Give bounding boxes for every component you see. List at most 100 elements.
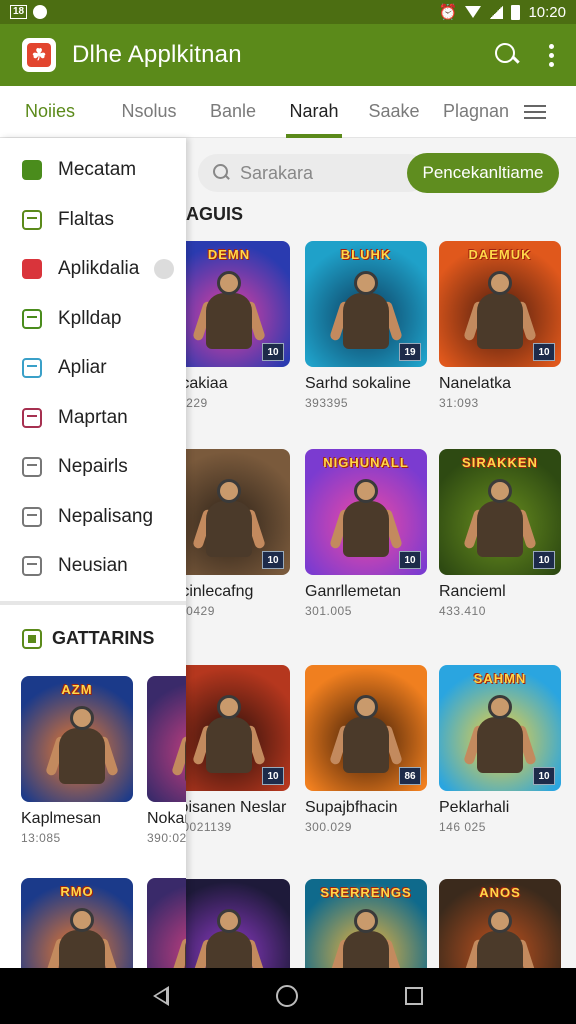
rating-badge: 10 bbox=[533, 343, 555, 361]
hero-figure bbox=[45, 706, 119, 796]
game-title: Nokanen Neslar bbox=[147, 810, 186, 827]
game-logo-text: DEMN bbox=[207, 247, 251, 262]
drawer-game-card[interactable] bbox=[147, 878, 186, 968]
drawer-game-card[interactable]: RMO bbox=[21, 878, 133, 968]
hero-figure bbox=[192, 695, 266, 785]
list-view-icon[interactable] bbox=[524, 104, 546, 119]
status-bar: 18 ⏰ 10:20 bbox=[0, 0, 576, 24]
back-icon[interactable] bbox=[153, 986, 170, 1006]
menu-item-icon bbox=[22, 457, 42, 477]
menu-item-icon bbox=[22, 506, 42, 527]
game-title: Peklarhali bbox=[439, 799, 510, 816]
signal-icon bbox=[489, 5, 504, 19]
drawer-item-apliar[interactable]: Apliar bbox=[0, 348, 186, 388]
game-thumbnail[interactable]: AZM bbox=[21, 676, 133, 802]
drawer-item-flaltas[interactable]: Flaltas bbox=[0, 200, 186, 240]
battery-icon bbox=[511, 4, 521, 20]
game-card[interactable]: DEMN 10 ntcakiaa 31.229 bbox=[168, 241, 290, 410]
game-thumbnail[interactable]: DEMN 10 bbox=[168, 241, 290, 367]
menu-item-icon bbox=[22, 259, 42, 279]
search-icon[interactable] bbox=[493, 41, 521, 69]
hero-figure bbox=[45, 908, 119, 968]
game-logo-text: NIGHUNALL bbox=[323, 455, 409, 470]
rating-badge: 10 bbox=[262, 767, 284, 785]
notification-dot-icon bbox=[154, 259, 174, 279]
status-badge: 18 bbox=[10, 5, 28, 19]
drawer-item-aplikdalia[interactable]: Aplikdalia bbox=[0, 249, 186, 289]
game-thumbnail[interactable]: NIGHUNALL 10 bbox=[305, 449, 427, 575]
tab-noiies[interactable]: Noiies bbox=[0, 86, 100, 138]
hero-figure bbox=[171, 706, 186, 796]
search-input[interactable]: Sarakara bbox=[198, 154, 428, 192]
drawer-item-label: Neusian bbox=[58, 555, 128, 576]
hero-figure bbox=[463, 479, 537, 569]
game-thumbnail[interactable] bbox=[147, 878, 186, 968]
game-count: 301.005 bbox=[305, 604, 352, 618]
drawer-item-maprtan[interactable]: Maprtan bbox=[0, 398, 186, 438]
drawer-game-card[interactable]: AZM Kaplmesan 13:085 bbox=[21, 676, 133, 845]
hero-figure bbox=[329, 695, 403, 785]
drawer-divider bbox=[0, 601, 186, 605]
game-count: 31:093 bbox=[439, 396, 479, 410]
hero-figure bbox=[329, 271, 403, 361]
game-title: Supajbfhacin bbox=[305, 799, 398, 816]
game-count: 13:085 bbox=[21, 831, 61, 845]
drawer-item-label: Flaltas bbox=[58, 208, 114, 230]
drawer-item-neusian[interactable]: Neusian bbox=[0, 546, 186, 586]
game-card[interactable]: SAHMN 10 Peklarhali 146 025 bbox=[439, 665, 561, 834]
more-vert-icon[interactable] bbox=[545, 43, 558, 67]
game-logo-text: SIRAKKEN bbox=[462, 455, 538, 470]
tab-narah[interactable]: Narah bbox=[282, 86, 346, 138]
game-card[interactable]: NIGHUNALL 10 Ganrllemetan 301.005 bbox=[305, 449, 427, 618]
drawer-item-nepalisang[interactable]: Nepalisang bbox=[0, 497, 186, 537]
game-card[interactable]: DAEMUK 10 Nanelatka 31:093 bbox=[439, 241, 561, 410]
game-count: 393395 bbox=[305, 396, 349, 410]
game-logo-text bbox=[176, 455, 282, 475]
app-bar: ☘ Dlhe Applkitnan bbox=[0, 24, 576, 86]
game-card[interactable]: SIRAKKEN 10 Rancieml 433.410 bbox=[439, 449, 561, 618]
game-card[interactable]: 10 mcinlecafng 31.0429 bbox=[168, 449, 290, 618]
game-thumbnail[interactable]: SAHMN 10 bbox=[439, 665, 561, 791]
hero-figure bbox=[463, 271, 537, 361]
game-card[interactable]: 10 Noisanen Neslar 390021139 bbox=[168, 665, 290, 834]
drawer-game-card[interactable]: Nokanen Neslar 390:021139 bbox=[147, 676, 186, 845]
game-logo-text bbox=[155, 884, 186, 904]
game-thumbnail[interactable] bbox=[147, 676, 186, 802]
drawer-item-label: Apliar bbox=[58, 357, 107, 378]
game-title: Nanelatka bbox=[439, 375, 512, 392]
drawer-item-nepairls[interactable]: Nepairls bbox=[0, 447, 186, 487]
game-logo-text: DAEMUK bbox=[468, 247, 532, 262]
game-title: Noisanen Neslar bbox=[168, 799, 287, 816]
game-thumbnail[interactable]: SIRAKKEN 10 bbox=[439, 449, 561, 575]
game-thumbnail[interactable]: RMO bbox=[21, 878, 133, 968]
drawer-item-label: Nepairls bbox=[58, 456, 128, 477]
game-thumbnail[interactable]: DAEMUK 10 bbox=[439, 241, 561, 367]
tab-nsolus[interactable]: Nsolus bbox=[110, 86, 188, 138]
drawer-item-kplldap[interactable]: Kplldap bbox=[0, 299, 186, 339]
hero-figure bbox=[192, 479, 266, 569]
app-title: Dlhe Applkitnan bbox=[72, 41, 242, 68]
game-count: 300.029 bbox=[305, 820, 352, 834]
game-count: 390:021139 bbox=[147, 831, 186, 845]
game-thumbnail[interactable]: 10 bbox=[168, 449, 290, 575]
game-logo-text bbox=[176, 885, 282, 905]
menu-item-icon bbox=[22, 160, 42, 180]
tab-banle[interactable]: Banle bbox=[196, 86, 270, 138]
game-thumbnail[interactable]: 86 bbox=[305, 665, 427, 791]
menu-item-icon bbox=[22, 209, 42, 230]
home-icon[interactable] bbox=[275, 985, 298, 1007]
recents-icon[interactable] bbox=[404, 987, 423, 1005]
drawer-item-mecatam[interactable]: Mecatam bbox=[0, 150, 186, 190]
game-thumbnail[interactable]: BLUHK 19 bbox=[305, 241, 427, 367]
game-card[interactable]: 86 Supajbfhacin 300.029 bbox=[305, 665, 427, 834]
tab-saake[interactable]: Saake bbox=[362, 86, 426, 138]
tab-plagnan[interactable]: Plagnan bbox=[440, 86, 512, 138]
rating-badge: 10 bbox=[399, 551, 421, 569]
games-section-icon bbox=[22, 628, 42, 649]
game-thumbnail[interactable]: 10 bbox=[168, 665, 290, 791]
game-card[interactable]: BLUHK 19 Sarhd sokaline 393395 bbox=[305, 241, 427, 410]
search-submit-button[interactable]: Pencekanltiame bbox=[407, 153, 559, 193]
app-logo[interactable]: ☘ bbox=[22, 38, 56, 72]
hero-figure bbox=[329, 479, 403, 569]
wifi-icon bbox=[465, 6, 482, 18]
